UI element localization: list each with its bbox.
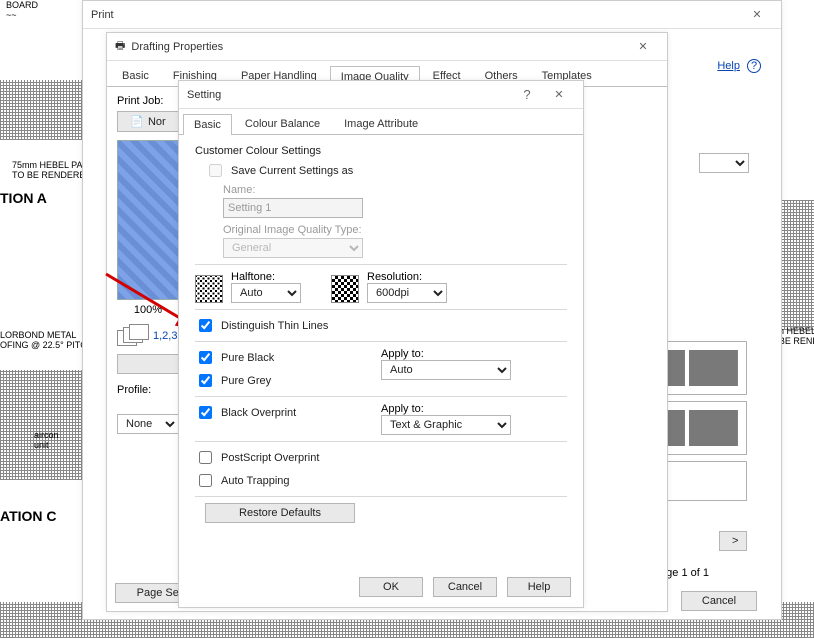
setting-dialog: Setting ? ✕ Basic Colour Balance Image A… [178, 80, 584, 608]
black-overprint-checkbox[interactable]: Black Overprint [195, 403, 381, 422]
bg-label-section-a: TION A [0, 190, 47, 206]
pure-black-input[interactable] [199, 351, 212, 364]
setting-ok-button[interactable]: OK [359, 577, 423, 597]
normal-job-button[interactable]: 📄 Nor [117, 111, 179, 132]
setting-titlebar: Setting ? ✕ [179, 81, 583, 109]
print-combo-unknown[interactable] [699, 153, 749, 173]
save-current-label: Save Current Settings as [231, 165, 353, 177]
resolution-select[interactable]: 600dpi [367, 283, 447, 303]
setting-help-button[interactable]: Help [507, 577, 571, 597]
profile-select[interactable]: None [117, 414, 179, 434]
document-icon: 📄 [130, 115, 144, 128]
orig-type-label: Original Image Quality Type: [223, 224, 567, 236]
distinguish-input[interactable] [199, 319, 212, 332]
auto-trapping-checkbox[interactable]: Auto Trapping [195, 471, 567, 490]
save-current-checkbox[interactable]: Save Current Settings as [205, 161, 567, 180]
preview-button-unknown[interactable] [117, 354, 179, 374]
setting-title: Setting [187, 89, 221, 101]
setting-cancel-button[interactable]: Cancel [433, 577, 497, 597]
bg-label-aircon: aircon unit [34, 430, 59, 450]
resolution-label: Resolution: [367, 271, 447, 283]
apply-to-black-select[interactable]: Auto [381, 360, 511, 380]
setting-tab-colour-balance[interactable]: Colour Balance [234, 113, 331, 134]
name-label: Name: [223, 184, 567, 196]
halftone-icon [195, 275, 223, 303]
help-link[interactable]: Help [717, 60, 740, 72]
more-button[interactable]: > [719, 531, 747, 551]
name-input[interactable] [223, 198, 363, 218]
pure-black-checkbox[interactable]: Pure Black [195, 348, 381, 367]
drafting-title: Drafting Properties [131, 41, 223, 53]
restore-defaults-button[interactable]: Restore Defaults [205, 503, 355, 523]
help-link-area: Help ? [717, 59, 761, 73]
print-close-icon[interactable]: ✕ [741, 1, 773, 29]
auto-trapping-label: Auto Trapping [221, 475, 290, 487]
bg-label-board: BOARD ~~ [6, 0, 38, 20]
pure-black-label: Pure Black [221, 352, 274, 364]
postscript-overprint-label: PostScript Overprint [221, 452, 319, 464]
halftone-label: Halftone: [231, 271, 301, 283]
apply-to-black-label: Apply to: [381, 348, 567, 360]
auto-trapping-input[interactable] [199, 474, 212, 487]
bg-label-colorbond: LORBOND METAL OFING @ 22.5° PITCH [0, 330, 93, 350]
save-current-input[interactable] [209, 164, 222, 177]
setting-tabs: Basic Colour Balance Image Attribute [179, 109, 583, 135]
printer-icon: 🖶 [115, 37, 125, 56]
setting-close-icon[interactable]: ✕ [543, 81, 575, 109]
bg-label-section-c: ATION C [0, 508, 57, 524]
pure-grey-input[interactable] [199, 374, 212, 387]
drafting-titlebar: 🖶 Drafting Properties ✕ [107, 33, 667, 61]
tab-basic[interactable]: Basic [111, 65, 160, 86]
orig-type-select[interactable]: General [223, 238, 363, 258]
customer-colour-title: Customer Colour Settings [195, 145, 567, 157]
print-titlebar: Print ✕ [83, 1, 781, 29]
resolution-icon [331, 275, 359, 303]
setting-tab-image-attribute[interactable]: Image Attribute [333, 113, 429, 134]
apply-to-over-select[interactable]: Text & Graphic [381, 415, 511, 435]
setting-help-icon[interactable]: ? [511, 81, 543, 109]
postscript-overprint-input[interactable] [199, 451, 212, 464]
black-overprint-label: Black Overprint [221, 407, 296, 419]
normal-job-label: Nor [148, 116, 166, 128]
halftone-select[interactable]: Auto [231, 283, 301, 303]
postscript-overprint-checkbox[interactable]: PostScript Overprint [195, 448, 567, 467]
distinguish-label: Distinguish Thin Lines [221, 320, 328, 332]
pure-grey-label: Pure Grey [221, 375, 271, 387]
setting-tab-basic[interactable]: Basic [183, 114, 232, 135]
apply-to-over-label: Apply to: [381, 403, 567, 415]
print-job-label: Print Job: [117, 95, 163, 107]
help-icon[interactable]: ? [747, 59, 761, 73]
black-overprint-input[interactable] [199, 406, 212, 419]
print-cancel-button[interactable]: Cancel [681, 591, 757, 611]
print-title: Print [91, 9, 114, 21]
distinguish-thin-lines-checkbox[interactable]: Distinguish Thin Lines [195, 316, 567, 335]
drafting-close-icon[interactable]: ✕ [627, 33, 659, 61]
pure-grey-checkbox[interactable]: Pure Grey [195, 371, 381, 390]
